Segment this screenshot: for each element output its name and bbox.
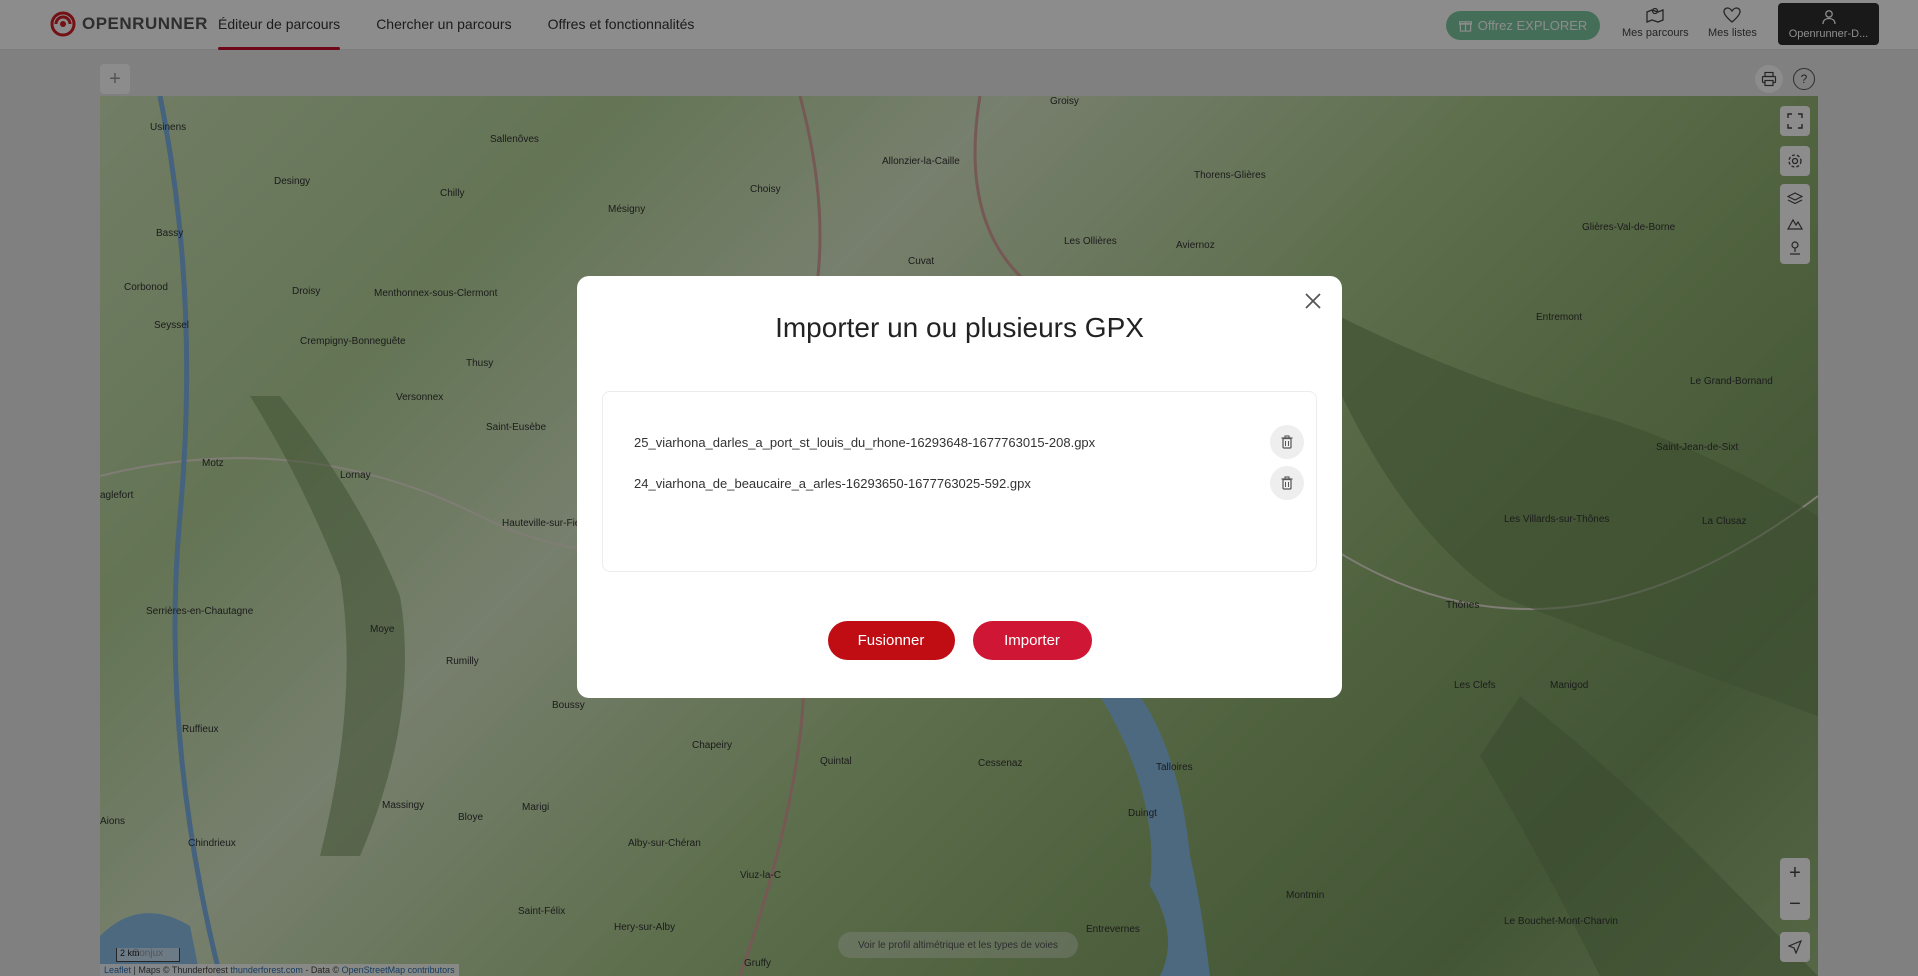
modal-title: Importer un ou plusieurs GPX <box>775 312 1144 343</box>
file-item: 25_viarhona_darles_a_port_st_louis_du_rh… <box>634 425 1304 459</box>
merge-button[interactable]: Fusionner <box>827 621 955 660</box>
modal-actions: Fusionner Importer <box>577 621 1342 660</box>
delete-file-button[interactable] <box>1270 425 1304 459</box>
file-item: 24_viarhona_de_beaucaire_a_arles-1629365… <box>634 466 1304 500</box>
file-name: 24_viarhona_de_beaucaire_a_arles-1629365… <box>634 475 1031 491</box>
file-list: 25_viarhona_darles_a_port_st_louis_du_rh… <box>602 391 1317 572</box>
trash-icon <box>1281 435 1293 449</box>
import-gpx-modal: Importer un ou plusieurs GPX 25_viarhona… <box>577 276 1342 698</box>
delete-file-button[interactable] <box>1270 466 1304 500</box>
close-icon[interactable] <box>1302 290 1324 312</box>
import-button[interactable]: Importer <box>972 621 1092 660</box>
file-name: 25_viarhona_darles_a_port_st_louis_du_rh… <box>634 434 1096 450</box>
trash-icon <box>1281 476 1293 490</box>
